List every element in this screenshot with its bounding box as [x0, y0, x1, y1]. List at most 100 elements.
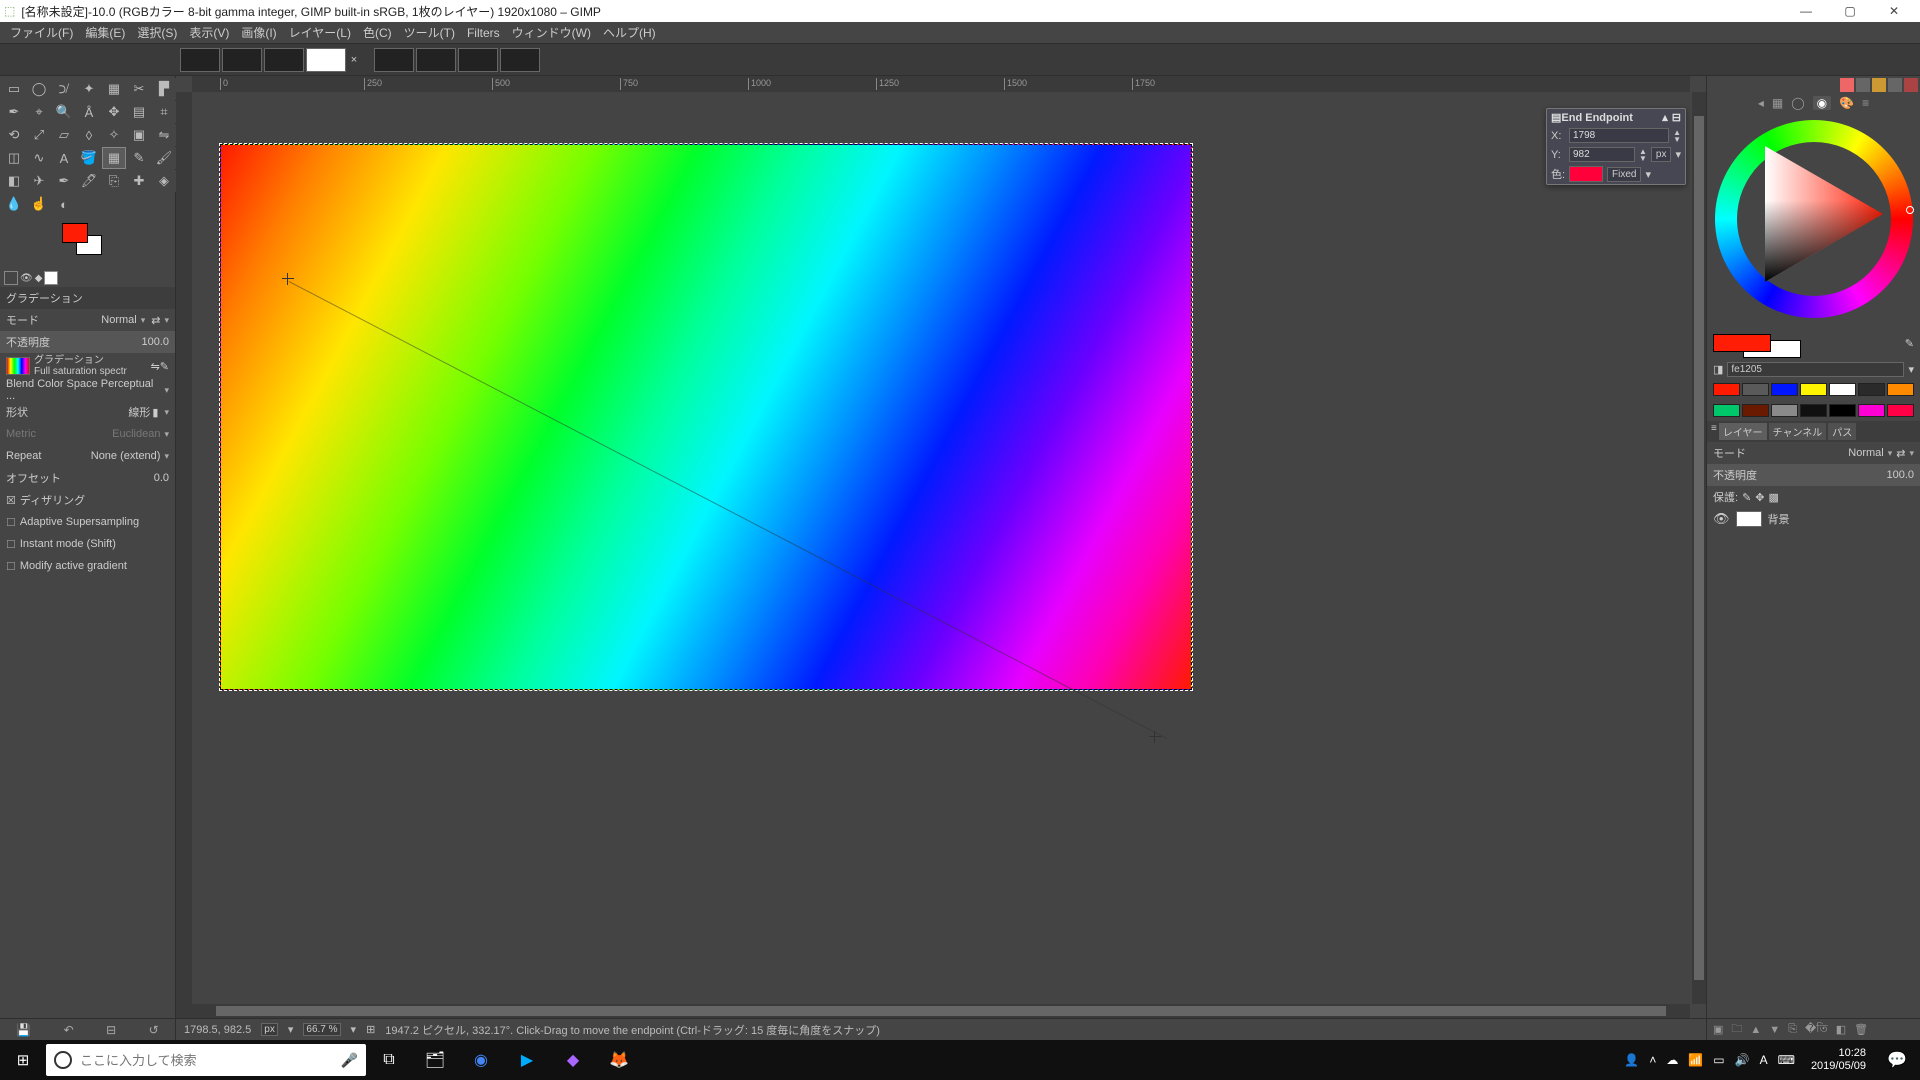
menu-view[interactable]: 表示(V)	[183, 22, 235, 43]
lock-alpha-icon[interactable]: ▩	[1769, 491, 1779, 504]
gradient-start-handle[interactable]	[282, 273, 294, 285]
color-wheel[interactable]	[1707, 112, 1920, 326]
tab-close-icon[interactable]: ×	[348, 54, 360, 66]
modify-checkbox[interactable]: Modify active gradient	[0, 555, 175, 577]
tool-pencil[interactable]: ✎	[127, 147, 151, 169]
tool-perspective-clone[interactable]: ◈	[152, 170, 176, 192]
repeat-row[interactable]: Repeat None (extend) ▾	[0, 445, 175, 467]
close-icon[interactable]: ⊟	[1672, 111, 1681, 124]
swatch[interactable]	[1800, 404, 1827, 417]
tool-foreground[interactable]: ▛	[152, 78, 176, 100]
pattern-indicator-icon[interactable]	[44, 271, 58, 285]
close-button[interactable]: ✕	[1872, 4, 1916, 18]
collapse-icon[interactable]: ▴	[1662, 111, 1668, 124]
image-tab[interactable]	[458, 48, 498, 72]
tool-zoom[interactable]: 🔍	[52, 101, 76, 123]
tool-bucket[interactable]: 🪣	[77, 147, 101, 169]
tool-heal[interactable]: ✚	[127, 170, 151, 192]
brush-indicator-icon[interactable]	[4, 271, 18, 285]
task-view-icon[interactable]: ⧉	[366, 1051, 412, 1069]
gradient-preview-icon[interactable]	[6, 357, 30, 375]
swatch[interactable]	[1800, 383, 1827, 396]
dock-tab-icon[interactable]	[1840, 78, 1854, 92]
dock-tab-icon[interactable]	[1872, 78, 1886, 92]
volume-icon[interactable]: 🔊	[1735, 1053, 1750, 1067]
tool-scale[interactable]: ⤢	[27, 124, 51, 146]
mask-icon[interactable]: ◧	[1836, 1023, 1846, 1036]
tool-dodge[interactable]: ◐	[52, 193, 76, 215]
tool-eraser[interactable]: ◧	[2, 170, 26, 192]
undo-icon[interactable]: ↶	[64, 1023, 74, 1037]
shape-row[interactable]: 形状 線形 ▮ ▾	[0, 401, 175, 423]
onedrive-icon[interactable]: ☁	[1666, 1053, 1678, 1067]
swatch[interactable]	[1713, 383, 1740, 396]
tool-blur[interactable]: 💧	[2, 193, 26, 215]
image-tab[interactable]	[416, 48, 456, 72]
unit-select[interactable]: px	[1651, 147, 1672, 162]
image-tab[interactable]	[222, 48, 262, 72]
gradient-select-row[interactable]: グラデーション Full saturation spectr ⇋ ✎	[0, 353, 175, 379]
tool-paintbrush[interactable]: 🖌	[152, 147, 176, 169]
tab-palette-icon[interactable]: 🎨	[1839, 96, 1854, 110]
taskbar-app-gimp[interactable]: 🦊	[596, 1050, 642, 1070]
gradient-end-handle[interactable]	[1149, 731, 1161, 743]
tool-text[interactable]: A	[52, 147, 76, 169]
tray-up-icon[interactable]: ˄	[1649, 1053, 1656, 1067]
canvas-viewport[interactable]: ▤ End Endpoint ▴ ⊟ X: ▲▼ Y: ▲▼ px ▾	[192, 92, 1690, 1010]
image-tab[interactable]	[374, 48, 414, 72]
edit-icon[interactable]: ✎	[1905, 337, 1914, 350]
tool-shear[interactable]: ▱	[52, 124, 76, 146]
swatch[interactable]	[1829, 383, 1856, 396]
taskbar-clock[interactable]: 10:28 2019/05/09	[1803, 1047, 1874, 1073]
tool-clone[interactable]: ⎘	[102, 170, 126, 192]
spinner-icon[interactable]: ▲▼	[1673, 129, 1681, 143]
dock-tab-icon[interactable]	[1888, 78, 1902, 92]
swatch[interactable]	[1829, 404, 1856, 417]
tool-move[interactable]: ✥	[102, 101, 126, 123]
menu-window[interactable]: ウィンドウ(W)	[506, 22, 597, 43]
swap-icon[interactable]: ⇄	[151, 314, 160, 327]
mic-icon[interactable]: 🎤	[341, 1052, 358, 1069]
y-input[interactable]	[1569, 147, 1635, 162]
tool-airbrush[interactable]: ✈	[27, 170, 51, 192]
dock-fg-swatch[interactable]	[1713, 334, 1771, 352]
endpoint-color-swatch[interactable]	[1569, 166, 1603, 182]
tab-layers[interactable]: レイヤー	[1719, 423, 1767, 440]
lock-move-icon[interactable]: ✥	[1755, 491, 1764, 504]
input-icon[interactable]: ⌨	[1778, 1053, 1795, 1067]
delete-layer-icon[interactable]: 🗑	[1854, 1023, 1868, 1036]
zoom-select[interactable]: 66.7 %	[303, 1023, 340, 1036]
spinner-icon[interactable]: ▲▼	[1639, 148, 1647, 162]
raise-icon[interactable]: ▲	[1750, 1024, 1761, 1036]
tool-warp[interactable]: ∿	[27, 147, 51, 169]
lower-icon[interactable]: ▼	[1769, 1024, 1780, 1036]
tab-wheel-icon[interactable]: ◉	[1813, 96, 1831, 110]
lock-paint-icon[interactable]: ✎	[1742, 491, 1751, 504]
tool-flip[interactable]: ⇋	[152, 124, 176, 146]
bw-reset-icon[interactable]: ◨	[1713, 363, 1723, 376]
tool-gradient[interactable]: ▦	[102, 147, 126, 169]
network-icon[interactable]: 📶	[1688, 1053, 1703, 1067]
tool-scissors[interactable]: ✂	[127, 78, 151, 100]
menu-filters[interactable]: Filters	[461, 24, 506, 42]
tool-rotate[interactable]: ⟲	[2, 124, 26, 146]
tool-color-picker[interactable]: ⌖	[27, 101, 51, 123]
menu-tool[interactable]: ツール(T)	[398, 22, 461, 43]
battery-icon[interactable]: ▭	[1713, 1053, 1724, 1067]
menu-file[interactable]: ファイル(F)	[4, 22, 79, 43]
tool-handle[interactable]: ▣	[127, 124, 151, 146]
swatch[interactable]	[1858, 383, 1885, 396]
tool-align[interactable]: ▤	[127, 101, 151, 123]
layer-opacity-row[interactable]: 不透明度 100.0	[1707, 464, 1920, 486]
swatch[interactable]	[1887, 404, 1914, 417]
tab-cmyk-icon[interactable]: ▦	[1772, 96, 1783, 110]
endpoint-panel[interactable]: ▤ End Endpoint ▴ ⊟ X: ▲▼ Y: ▲▼ px ▾	[1546, 108, 1686, 185]
ime-icon[interactable]: A	[1760, 1053, 1768, 1067]
maximize-button[interactable]: ▢	[1828, 4, 1872, 18]
tab-gimp-icon[interactable]: ◂	[1758, 96, 1764, 110]
merge-icon[interactable]: �তি	[1805, 1020, 1828, 1039]
swatch[interactable]	[1771, 404, 1798, 417]
taskbar-search[interactable]: 🎤	[46, 1044, 366, 1076]
tab-watercolor-icon[interactable]: ◯	[1791, 96, 1804, 110]
swap-icon[interactable]: ⇄	[1896, 447, 1905, 460]
